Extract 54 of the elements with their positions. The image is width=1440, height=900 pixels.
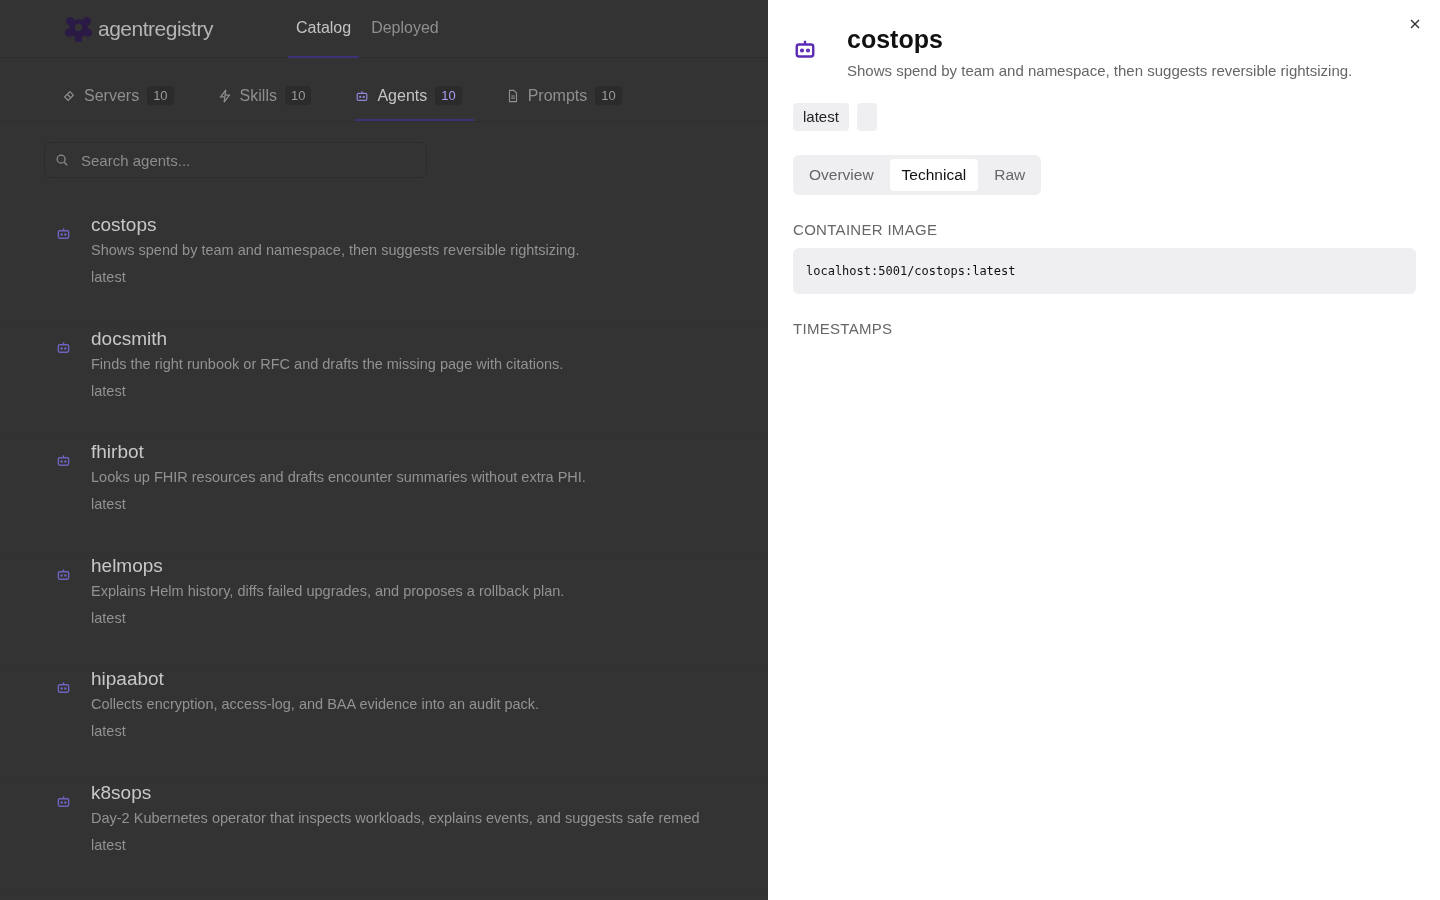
detail-tab[interactable]: Technical	[889, 159, 979, 191]
agent-name[interactable]: fhirbot	[91, 439, 144, 465]
agent-description: Shows spend by team and namespace, then suggests reversible rightsizing.	[91, 242, 580, 258]
version-tag: latest	[91, 269, 126, 285]
version-tag: latest	[91, 609, 126, 626]
nav-tab[interactable]: Catalog	[288, 0, 360, 58]
robot-icon	[56, 680, 71, 695]
category-tab[interactable]: Skills 10	[217, 72, 324, 121]
logo-icon	[65, 15, 92, 42]
agent-description: Finds the right runbook or RFC and drafts the missing page with citations.	[91, 355, 564, 372]
tab-label: Skills	[239, 86, 277, 105]
search-field[interactable]: Search agents...	[44, 142, 427, 178]
agent-description: Day-2 Kubernetes operator that inspects workloads, explains events, and suggests safe remed	[91, 809, 700, 826]
detail-tab[interactable]: Raw	[982, 159, 1038, 191]
tab-label: Agents	[377, 86, 428, 105]
agent-description: Looks up FHIR resources and drafts encounter summaries without extra PHI.	[91, 469, 586, 485]
brand-name: agentregistry	[98, 16, 213, 41]
robot-icon	[56, 453, 71, 468]
drawer-title: costops	[847, 25, 944, 54]
agent-description: Explains Helm history, diffs failed upgrades, and proposes a rollback plan.	[91, 582, 565, 599]
version-tag: latest	[91, 382, 126, 399]
agent-description: Collects encryption, access-log, and BAA evidence into an audit pack.	[91, 696, 540, 712]
category-tab[interactable]: Agents 10	[355, 72, 474, 121]
tab-label: Prompts	[527, 86, 588, 105]
count-badge: 10	[435, 86, 462, 105]
count-badge: 10	[147, 86, 174, 105]
category-tab[interactable]: Prompts 10	[505, 72, 634, 121]
robot-icon	[56, 339, 71, 355]
version-tag: latest	[91, 723, 126, 739]
version-tag: latest	[91, 496, 126, 512]
drawer-description: Shows spend by team and namespace, then suggests reversible rightsizing.	[847, 62, 1353, 79]
nav-tab[interactable]: Deployed	[363, 0, 447, 58]
section-heading: CONTAINER IMAGE	[793, 221, 939, 238]
version-tag: latest	[91, 836, 126, 853]
close-icon[interactable]	[1409, 18, 1421, 30]
agent-name[interactable]: k8sops	[91, 779, 152, 806]
agent-name[interactable]: hipaabot	[91, 666, 164, 692]
detail-tab[interactable]: Overview	[797, 159, 886, 191]
agent-name[interactable]: docsmith	[91, 325, 168, 352]
agent-name[interactable]: helmops	[91, 552, 163, 579]
search-icon	[55, 153, 69, 167]
code-block: localhost:5001/costops:latest	[793, 248, 1416, 294]
agent-name[interactable]: costops	[91, 212, 157, 238]
tab-label: Servers	[84, 86, 140, 105]
robot-icon	[56, 566, 71, 582]
count-badge: 10	[595, 86, 622, 105]
version-badge: latest	[793, 103, 849, 131]
robot-icon	[56, 226, 71, 241]
robot-icon	[355, 88, 370, 103]
count-badge: 10	[284, 86, 312, 105]
robot-icon	[56, 793, 71, 809]
bolt-icon	[217, 88, 232, 103]
category-tab[interactable]: Servers 10	[62, 72, 186, 121]
section-heading: TIMESTAMPS	[793, 320, 894, 337]
